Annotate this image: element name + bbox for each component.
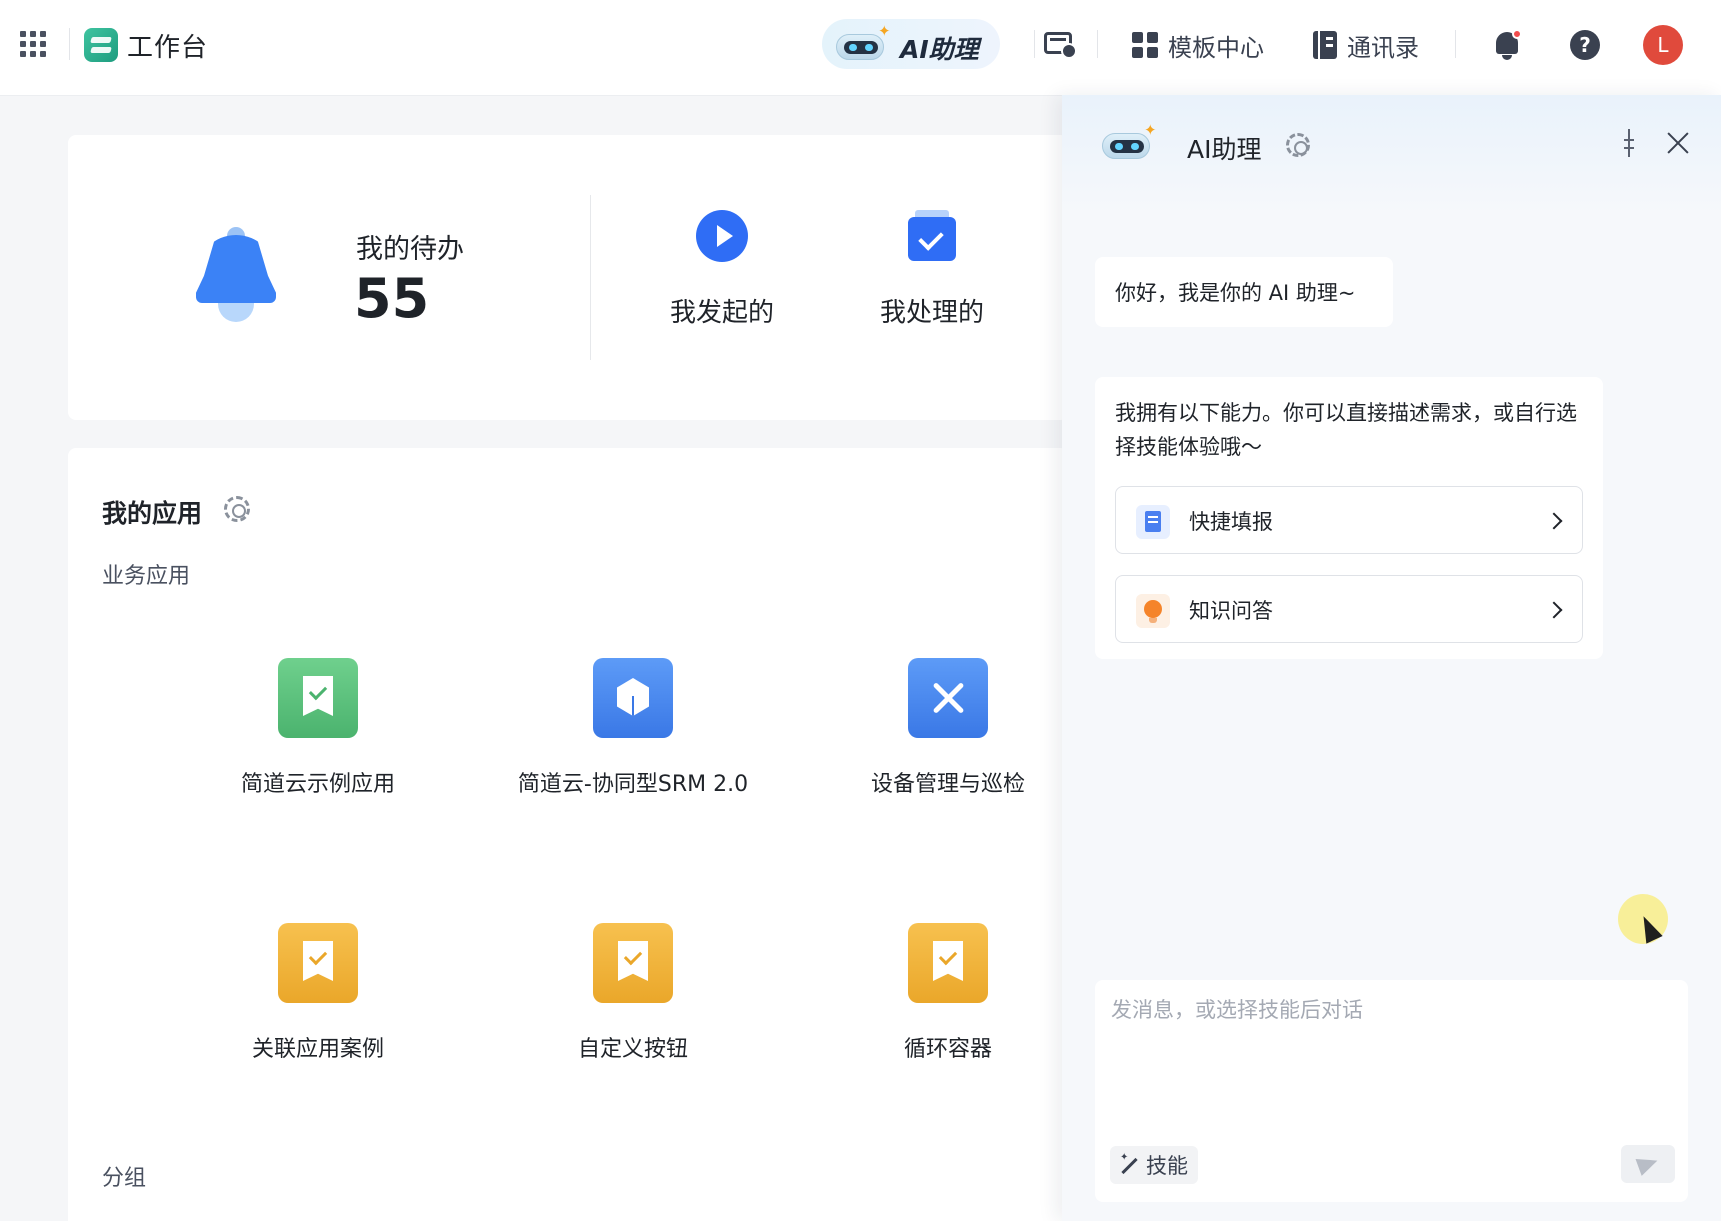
handled-by-me-button[interactable]: 我处理的 bbox=[862, 210, 1002, 340]
contacts-link[interactable]: 通讯录 bbox=[1313, 26, 1419, 64]
divider bbox=[1034, 30, 1035, 58]
app-tile-loop-container[interactable]: 循环容器 bbox=[798, 923, 1098, 1083]
handled-by-me-label: 我处理的 bbox=[879, 298, 984, 328]
notification-bell-icon[interactable] bbox=[1490, 28, 1524, 62]
avatar[interactable]: L bbox=[1643, 25, 1683, 65]
app-tile-srm[interactable]: 简道云-协同型SRM 2.0 bbox=[483, 658, 783, 818]
chevron-right-icon bbox=[1545, 512, 1563, 530]
skill-label: 知识问答 bbox=[1189, 599, 1273, 623]
form-icon bbox=[1136, 505, 1170, 539]
divider bbox=[590, 195, 591, 360]
card-settings-icon bbox=[1044, 32, 1077, 59]
todo-card: 我的待办 55 我发起的 我处理的 bbox=[68, 135, 1068, 420]
todo-count[interactable]: 55 bbox=[354, 267, 429, 330]
app-label: 循环容器 bbox=[903, 1037, 992, 1062]
ai-assistant-label: AI助理 bbox=[900, 35, 979, 64]
app-label: 简道云-协同型SRM 2.0 bbox=[517, 772, 749, 797]
robot-icon: ✦ bbox=[836, 22, 891, 62]
app-tile-equipment[interactable]: 设备管理与巡检 bbox=[798, 658, 1098, 818]
bulb-icon bbox=[1136, 594, 1170, 628]
brand-title[interactable]: 工作台 bbox=[127, 27, 208, 64]
bell-icon bbox=[196, 227, 276, 322]
skills-button-label: 技能 bbox=[1146, 1154, 1188, 1178]
app-label: 自定义按钮 bbox=[577, 1037, 688, 1062]
magic-wand-icon bbox=[1120, 1152, 1138, 1174]
grid-tiles-icon bbox=[1132, 32, 1158, 58]
app-tile-related-apps[interactable]: 关联应用案例 bbox=[168, 923, 468, 1083]
ai-assistant-button[interactable]: ✦ AI助理 bbox=[822, 19, 1000, 69]
notification-dot bbox=[1512, 29, 1522, 39]
panel-settings-gear-icon[interactable] bbox=[1286, 133, 1310, 157]
ai-assistant-panel: ✦ AI助理 你好，我是你的 AI 助理~ 我拥有以下能力。你可以直接描述需求，… bbox=[1062, 95, 1721, 1221]
chevron-right-icon bbox=[1545, 601, 1563, 619]
bookmark-check-icon bbox=[908, 923, 988, 1003]
initiated-by-me-label: 我发起的 bbox=[669, 298, 774, 328]
contacts-label: 通讯录 bbox=[1347, 33, 1419, 62]
tools-icon bbox=[908, 658, 988, 738]
initiated-by-me-button[interactable]: 我发起的 bbox=[652, 210, 792, 340]
skills-intro-text: 我拥有以下能力。你可以直接描述需求，或自行选择技能体验哦～ bbox=[1115, 401, 1577, 459]
pin-icon[interactable] bbox=[1618, 129, 1640, 157]
my-apps-card: 我的应用 业务应用 简道云示例应用 简道云-协同型SRM 2.0 设备管理与巡检… bbox=[68, 448, 1068, 1221]
skills-message: 我拥有以下能力。你可以直接描述需求，或自行选择技能体验哦～ 快捷填报 知识问答 bbox=[1095, 377, 1603, 659]
bookmark-check-icon bbox=[278, 658, 358, 738]
app-label: 设备管理与巡检 bbox=[870, 772, 1025, 797]
skills-button[interactable]: 技能 bbox=[1110, 1146, 1198, 1184]
divider bbox=[1455, 30, 1456, 58]
message-input[interactable] bbox=[1111, 994, 1671, 1114]
skill-knowledge-qa[interactable]: 知识问答 bbox=[1115, 575, 1583, 643]
todo-title[interactable]: 我的待办 bbox=[356, 227, 464, 266]
my-apps-title: 我的应用 bbox=[102, 499, 203, 528]
play-icon bbox=[696, 210, 748, 262]
close-icon[interactable] bbox=[1666, 131, 1690, 155]
bookmark-check-icon bbox=[593, 923, 673, 1003]
app-label: 简道云示例应用 bbox=[240, 772, 395, 797]
help-icon[interactable]: ? bbox=[1570, 30, 1600, 60]
check-icon bbox=[906, 210, 958, 262]
divider bbox=[1097, 30, 1098, 58]
skill-label: 快捷填报 bbox=[1189, 510, 1273, 534]
divider bbox=[69, 28, 70, 60]
template-center-label: 模板中心 bbox=[1168, 33, 1264, 62]
greeting-message: 你好，我是你的 AI 助理~ bbox=[1095, 257, 1393, 327]
brand-logo-icon bbox=[84, 28, 118, 62]
card-settings-button[interactable] bbox=[1042, 28, 1077, 62]
skill-quick-fill[interactable]: 快捷填报 bbox=[1115, 486, 1583, 554]
send-icon[interactable] bbox=[1621, 1145, 1675, 1183]
business-apps-heading: 业务应用 bbox=[102, 564, 191, 589]
panel-title: AI助理 bbox=[1187, 135, 1262, 164]
app-tile-custom-button[interactable]: 自定义按钮 bbox=[483, 923, 783, 1083]
message-composer: 技能 bbox=[1095, 980, 1688, 1202]
template-center-link[interactable]: 模板中心 bbox=[1132, 26, 1264, 64]
cube-icon bbox=[593, 658, 673, 738]
app-label: 关联应用案例 bbox=[251, 1037, 384, 1062]
app-tile-jdy-demo[interactable]: 简道云示例应用 bbox=[168, 658, 468, 818]
top-bar: 工作台 ✦ AI助理 模板中心 通讯录 ? L bbox=[0, 0, 1721, 95]
apps-settings-gear-icon[interactable] bbox=[224, 496, 250, 522]
bookmark-check-icon bbox=[278, 923, 358, 1003]
robot-icon: ✦ bbox=[1102, 121, 1157, 161]
contacts-book-icon bbox=[1313, 31, 1337, 59]
group-heading: 分组 bbox=[102, 1166, 147, 1191]
app-launcher-icon[interactable] bbox=[20, 31, 46, 57]
